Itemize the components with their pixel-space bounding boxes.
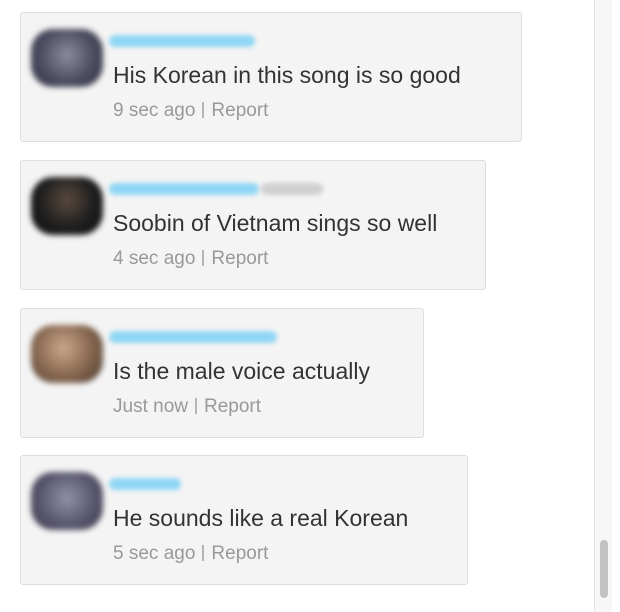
comment-text: His Korean in this song is so good [113, 62, 461, 88]
blurred-username[interactable] [109, 35, 255, 47]
user-avatar[interactable] [31, 325, 103, 383]
blurred-username-suffix [261, 183, 323, 195]
vertical-scrollbar[interactable] [594, 0, 612, 612]
comment-card: He sounds like a real Korean 5 sec ago Re… [20, 455, 468, 585]
meta-separator [202, 545, 205, 561]
report-link[interactable]: Report [211, 543, 268, 564]
comment-card: His Korean in this song is so good 9 sec… [20, 12, 522, 142]
comment-meta: 9 sec ago Report [113, 100, 268, 122]
user-avatar[interactable] [31, 29, 103, 87]
comment-text: Is the male voice actually [113, 358, 370, 384]
comment-meta: 5 sec ago Report [113, 543, 268, 565]
comments-panel: His Korean in this song is so good 9 sec… [0, 0, 620, 612]
scrollbar-thumb[interactable] [600, 540, 608, 598]
comment-meta: 4 sec ago Report [113, 248, 268, 270]
comment-timestamp: 9 sec ago [113, 100, 196, 121]
meta-separator [202, 102, 205, 118]
comment-timestamp: Just now [113, 396, 188, 417]
meta-separator [202, 250, 205, 266]
comment-card: Is the male voice actually Just now Repor… [20, 308, 424, 438]
user-avatar[interactable] [31, 472, 103, 530]
report-link[interactable]: Report [211, 100, 268, 121]
comment-timestamp: 5 sec ago [113, 543, 196, 564]
blurred-username[interactable] [109, 331, 277, 343]
comment-timestamp: 4 sec ago [113, 248, 196, 269]
report-link[interactable]: Report [211, 248, 268, 269]
comment-meta: Just now Report [113, 396, 261, 418]
comment-text: Soobin of Vietnam sings so well [113, 210, 438, 236]
comment-text: He sounds like a real Korean [113, 505, 409, 531]
report-link[interactable]: Report [204, 396, 261, 417]
blurred-username[interactable] [109, 478, 181, 490]
blurred-username[interactable] [109, 183, 259, 195]
comment-card: Soobin of Vietnam sings so well 4 sec ag… [20, 160, 486, 290]
meta-separator [194, 398, 197, 414]
comment-list: His Korean in this song is so good 9 sec… [0, 0, 594, 612]
user-avatar[interactable] [31, 177, 103, 235]
